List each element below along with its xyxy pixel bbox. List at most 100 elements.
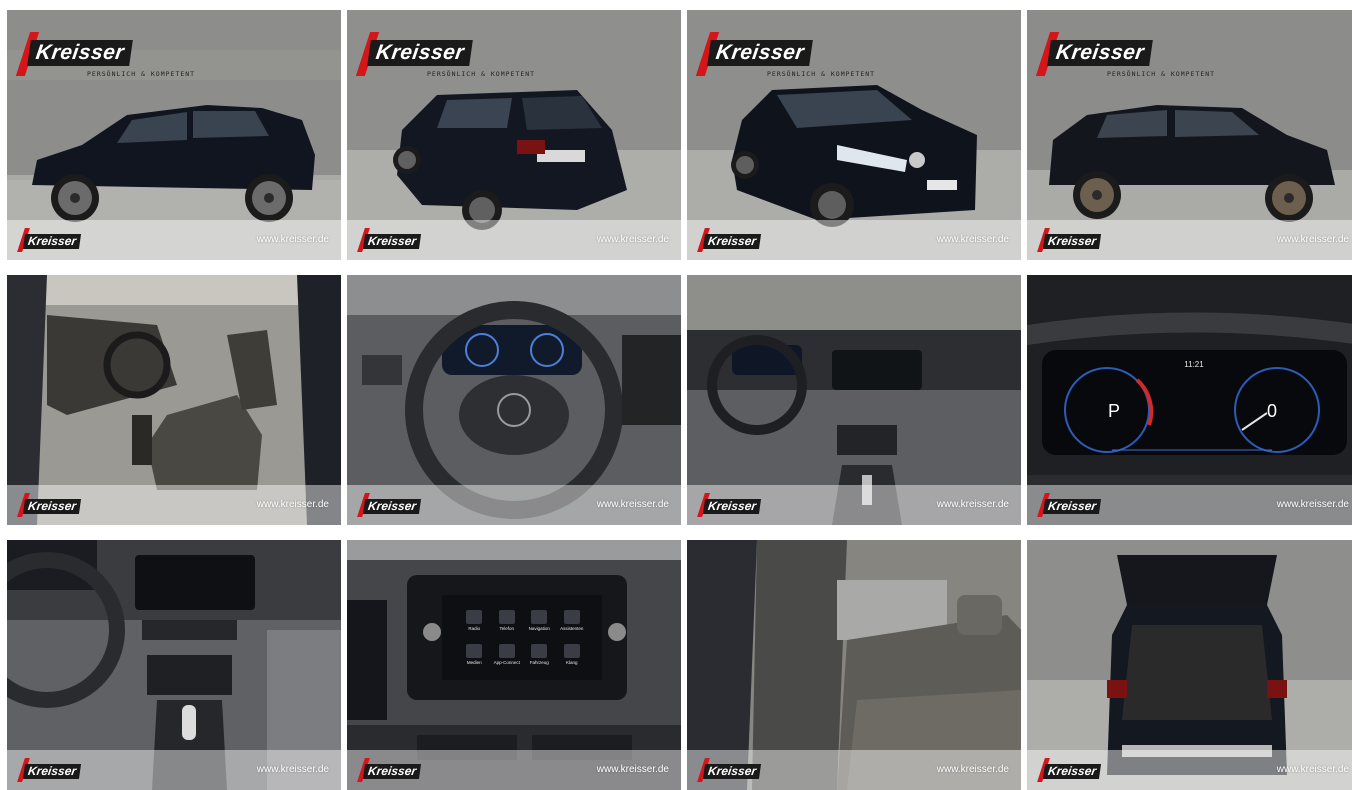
- gallery-photo-dashboard[interactable]: Kreisser www.kreisser.de: [687, 275, 1021, 525]
- photo-footer: Kreisser www.kreisser.de: [1027, 750, 1352, 790]
- menu-item-radio[interactable]: Radio: [458, 600, 491, 634]
- menu-item-app-connect[interactable]: App-Connect: [491, 634, 524, 668]
- footer-logo: Kreisser: [17, 493, 99, 519]
- photo-footer: Kreisser www.kreisser.de: [7, 750, 341, 790]
- footer-logo: Kreisser: [357, 758, 439, 784]
- gallery-photo-exterior-front[interactable]: Kreisser PERSÖNLICH & KOMPETENT Kreisser…: [687, 10, 1021, 260]
- gallery-photo-steering-wheel[interactable]: Kreisser www.kreisser.de: [347, 275, 681, 525]
- logo-name: Kreisser: [367, 40, 473, 66]
- photo-footer: Kreisser www.kreisser.de: [687, 220, 1021, 260]
- menu-item-radio-icon: [466, 610, 483, 624]
- menu-item-klang-icon: [563, 644, 580, 658]
- menu-item-app-connect-icon: [498, 644, 515, 658]
- footer-logo: Kreisser: [357, 493, 439, 519]
- gallery-photo-exterior-side-right[interactable]: Kreisser PERSÖNLICH & KOMPETENT Kreisser…: [1027, 10, 1352, 260]
- footer-logo-name: Kreisser: [1042, 234, 1102, 249]
- menu-item-medien-icon: [466, 644, 483, 658]
- menu-item-navigation[interactable]: Navigation: [523, 600, 556, 634]
- logo-slogan: PERSÖNLICH & KOMPETENT: [87, 70, 196, 78]
- footer-url: www.kreisser.de: [596, 764, 669, 775]
- dealer-logo: Kreisser PERSÖNLICH & KOMPETENT: [355, 26, 534, 78]
- footer-logo-name: Kreisser: [22, 234, 82, 249]
- gallery-photo-infotainment[interactable]: Radio Telefon Navigation Assistenten Med…: [347, 540, 681, 790]
- menu-item-label: Assistenten: [560, 626, 584, 631]
- gallery-photo-digital-cockpit[interactable]: 11:21 P 0 Kreisser www.kreisser.de: [1027, 275, 1352, 525]
- gallery-photo-center-console[interactable]: Kreisser www.kreisser.de: [7, 540, 341, 790]
- logo-slogan: PERSÖNLICH & KOMPETENT: [1107, 70, 1216, 78]
- menu-item-label: App-Connect: [493, 660, 520, 665]
- footer-logo-name: Kreisser: [362, 234, 422, 249]
- photo-footer: Kreisser www.kreisser.de: [347, 750, 681, 790]
- photo-gallery: Kreisser PERSÖNLICH & KOMPETENT Kreisser…: [0, 0, 1352, 790]
- photo-footer: Kreisser www.kreisser.de: [687, 485, 1021, 525]
- menu-item-label: Telefon: [499, 626, 514, 631]
- menu-item-navigation-icon: [531, 610, 548, 624]
- footer-logo: Kreisser: [17, 758, 99, 784]
- footer-url: www.kreisser.de: [596, 499, 669, 510]
- footer-logo-name: Kreisser: [1042, 764, 1102, 779]
- menu-item-medien[interactable]: Medien: [458, 634, 491, 668]
- gallery-photo-open-trunk[interactable]: Kreisser www.kreisser.de: [1027, 540, 1352, 790]
- menu-item-assistenten-icon: [563, 610, 580, 624]
- menu-item-fahrzeug[interactable]: Fahrzeug: [523, 634, 556, 668]
- footer-url: www.kreisser.de: [936, 764, 1009, 775]
- gallery-photo-exterior-side[interactable]: Kreisser PERSÖNLICH & KOMPETENT Kreisser…: [7, 10, 341, 260]
- logo-slogan: PERSÖNLICH & KOMPETENT: [427, 70, 536, 78]
- logo-name: Kreisser: [27, 40, 133, 66]
- footer-logo-name: Kreisser: [362, 499, 422, 514]
- footer-logo-name: Kreisser: [22, 764, 82, 779]
- footer-url: www.kreisser.de: [936, 234, 1009, 245]
- cockpit-speed: 0: [1267, 401, 1277, 421]
- footer-logo: Kreisser: [1037, 228, 1119, 254]
- cockpit-time: 11:21: [1184, 360, 1204, 369]
- dealer-logo: Kreisser PERSÖNLICH & KOMPETENT: [1035, 26, 1214, 78]
- footer-url: www.kreisser.de: [936, 499, 1009, 510]
- photo-footer: Kreisser www.kreisser.de: [347, 485, 681, 525]
- menu-item-label: Fahrzeug: [529, 660, 549, 665]
- menu-item-telefon-icon: [498, 610, 515, 624]
- footer-logo: Kreisser: [17, 228, 99, 254]
- gallery-photo-interior-front-seats[interactable]: Kreisser www.kreisser.de: [7, 275, 341, 525]
- gallery-photo-rear-seats[interactable]: Kreisser www.kreisser.de: [687, 540, 1021, 790]
- photo-footer: Kreisser www.kreisser.de: [1027, 220, 1352, 260]
- menu-item-label: Klang: [565, 660, 578, 665]
- footer-url: www.kreisser.de: [596, 234, 669, 245]
- footer-url: www.kreisser.de: [1276, 764, 1349, 775]
- photo-footer: Kreisser www.kreisser.de: [1027, 485, 1352, 525]
- footer-url: www.kreisser.de: [256, 764, 329, 775]
- menu-item-label: Radio: [468, 626, 481, 631]
- footer-logo-name: Kreisser: [1042, 499, 1102, 514]
- infotainment-menu: Radio Telefon Navigation Assistenten Med…: [458, 600, 588, 668]
- menu-item-telefon[interactable]: Telefon: [491, 600, 524, 634]
- footer-logo-name: Kreisser: [702, 499, 762, 514]
- menu-item-klang[interactable]: Klang: [556, 634, 589, 668]
- logo-slogan: PERSÖNLICH & KOMPETENT: [767, 70, 876, 78]
- footer-url: www.kreisser.de: [256, 234, 329, 245]
- footer-logo-name: Kreisser: [702, 764, 762, 779]
- footer-logo: Kreisser: [697, 758, 779, 784]
- dealer-logo: Kreisser PERSÖNLICH & KOMPETENT: [15, 26, 194, 78]
- footer-logo: Kreisser: [697, 493, 779, 519]
- footer-logo: Kreisser: [357, 228, 439, 254]
- photo-footer: Kreisser www.kreisser.de: [687, 750, 1021, 790]
- footer-logo: Kreisser: [1037, 493, 1119, 519]
- menu-item-fahrzeug-icon: [531, 644, 548, 658]
- photo-footer: Kreisser www.kreisser.de: [7, 485, 341, 525]
- menu-item-label: Navigation: [528, 626, 550, 631]
- menu-item-assistenten[interactable]: Assistenten: [556, 600, 589, 634]
- footer-logo-name: Kreisser: [362, 764, 422, 779]
- gallery-photo-exterior-rear[interactable]: Kreisser PERSÖNLICH & KOMPETENT Kreisser…: [347, 10, 681, 260]
- logo-name: Kreisser: [1047, 40, 1153, 66]
- footer-logo-name: Kreisser: [702, 234, 762, 249]
- footer-url: www.kreisser.de: [256, 499, 329, 510]
- footer-url: www.kreisser.de: [1276, 499, 1349, 510]
- footer-logo: Kreisser: [1037, 758, 1119, 784]
- photo-footer: Kreisser www.kreisser.de: [7, 220, 341, 260]
- footer-url: www.kreisser.de: [1276, 234, 1349, 245]
- logo-name: Kreisser: [707, 40, 813, 66]
- menu-item-label: Medien: [466, 660, 482, 665]
- footer-logo: Kreisser: [697, 228, 779, 254]
- footer-logo-name: Kreisser: [22, 499, 82, 514]
- dealer-logo: Kreisser PERSÖNLICH & KOMPETENT: [695, 26, 874, 78]
- cockpit-gear: P: [1108, 401, 1120, 421]
